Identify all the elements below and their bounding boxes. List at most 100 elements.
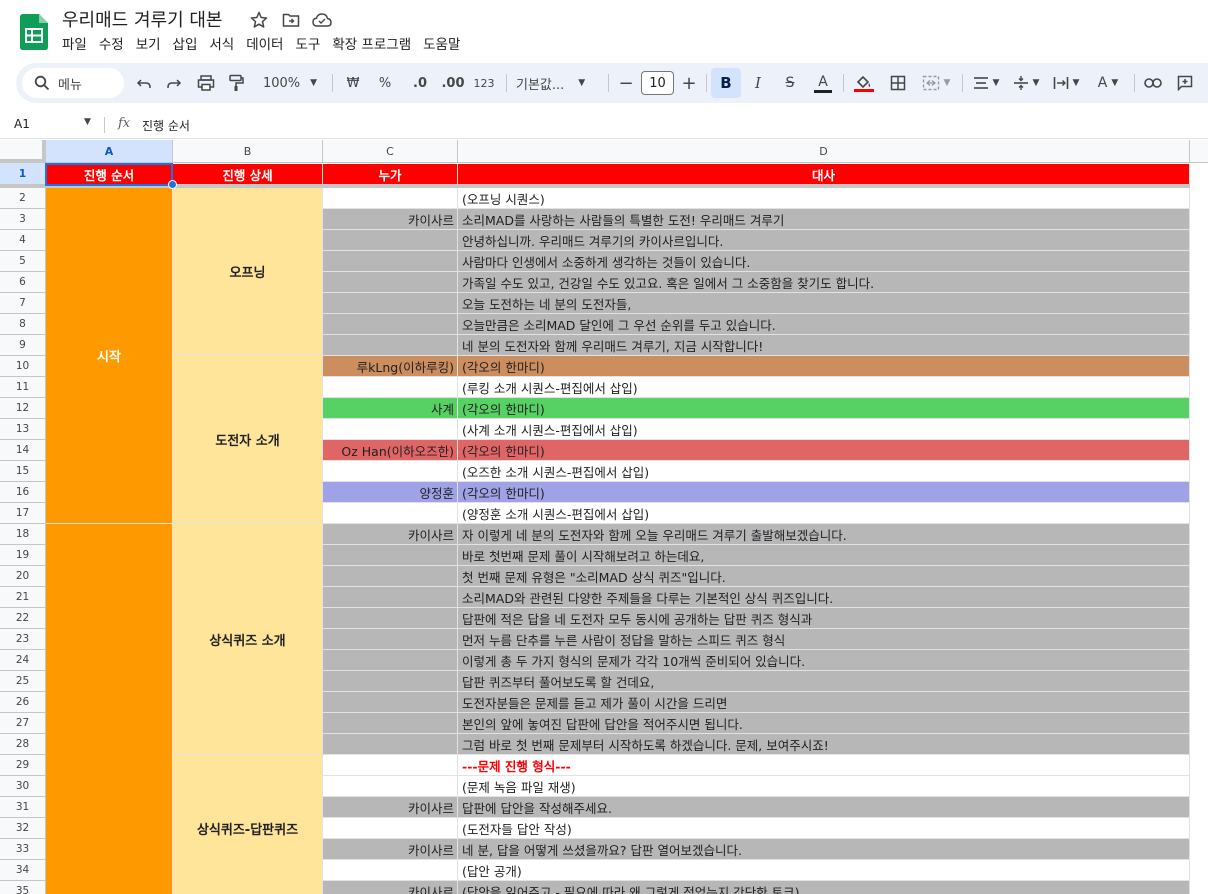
menu-extensions[interactable]: 확장 프로그램 bbox=[326, 34, 417, 56]
speaker-cell[interactable]: 카이사르 bbox=[323, 797, 458, 818]
undo-icon[interactable] bbox=[132, 68, 156, 98]
row-header-18[interactable]: 18 bbox=[0, 524, 46, 545]
formula-input[interactable]: 진행 순서 bbox=[142, 117, 190, 134]
increase-font-size-button[interactable]: + bbox=[678, 68, 700, 98]
script-line-cell[interactable]: 이렇게 총 두 가지 형식의 문제가 각각 10개씩 준비되어 있습니다. bbox=[458, 650, 1190, 671]
speaker-cell[interactable] bbox=[323, 419, 458, 440]
speaker-cell[interactable] bbox=[323, 545, 458, 566]
speaker-cell[interactable] bbox=[323, 713, 458, 734]
speaker-cell[interactable] bbox=[323, 272, 458, 293]
row-header-1[interactable]: 1 bbox=[0, 163, 46, 185]
insert-comment-icon[interactable] bbox=[1172, 68, 1198, 98]
script-line-cell[interactable]: (각오의 한마디) bbox=[458, 398, 1190, 419]
speaker-cell[interactable] bbox=[323, 314, 458, 335]
vertical-align-icon[interactable]: ▼ bbox=[1008, 68, 1044, 98]
script-line-cell[interactable]: 소리MAD와 관련된 다양한 주제들을 다루는 기본적인 상식 퀴즈입니다. bbox=[458, 587, 1190, 608]
script-line-cell[interactable]: (답안 공개) bbox=[458, 860, 1190, 881]
row-header-23[interactable]: 23 bbox=[0, 629, 46, 650]
name-box-dropdown-icon[interactable]: ▼ bbox=[84, 117, 91, 127]
row-header-32[interactable]: 32 bbox=[0, 818, 46, 839]
menu-view[interactable]: 보기 bbox=[130, 34, 167, 56]
script-line-cell[interactable]: (각오의 한마디) bbox=[458, 356, 1190, 377]
merge-cells-icon[interactable]: ▼ bbox=[916, 68, 956, 98]
script-line-cell[interactable]: 바로 첫번째 문제 풀이 시작해보려고 하는데요, bbox=[458, 545, 1190, 566]
section-cell[interactable] bbox=[46, 524, 173, 894]
text-wrapping-icon[interactable]: ▼ bbox=[1048, 68, 1084, 98]
increase-decimal-button[interactable]: .00 bbox=[438, 68, 468, 98]
script-line-cell[interactable]: 소리MAD를 사랑하는 사람들의 특별한 도전! 우리매드 겨루기 bbox=[458, 209, 1190, 230]
speaker-cell[interactable] bbox=[323, 587, 458, 608]
row-header-29[interactable]: 29 bbox=[0, 755, 46, 776]
decrease-font-size-button[interactable]: − bbox=[616, 68, 636, 98]
sheets-logo-icon[interactable] bbox=[20, 14, 48, 50]
text-color-button[interactable]: A bbox=[811, 68, 835, 98]
search-menus-input[interactable]: 메뉴 bbox=[22, 68, 124, 98]
row-header-6[interactable]: 6 bbox=[0, 272, 46, 293]
row-header-15[interactable]: 15 bbox=[0, 461, 46, 482]
font-family-select[interactable]: 기본값... ▼ bbox=[516, 68, 600, 98]
column-header-d[interactable]: D bbox=[458, 140, 1190, 163]
row-header-19[interactable]: 19 bbox=[0, 545, 46, 566]
script-line-cell[interactable]: 오늘만큼은 소리MAD 달인에 그 우선 순위를 두고 있습니다. bbox=[458, 314, 1190, 335]
script-line-cell[interactable]: (도전자들 답안 작성) bbox=[458, 818, 1190, 839]
speaker-cell[interactable]: 사계 bbox=[323, 398, 458, 419]
detail-cell[interactable]: 오프닝 bbox=[173, 188, 323, 356]
header-cell-who[interactable]: 누가 bbox=[323, 164, 458, 185]
speaker-cell[interactable]: 양정훈 bbox=[323, 482, 458, 503]
row-header-9[interactable]: 9 bbox=[0, 335, 46, 356]
zoom-select[interactable]: 100% ▼ bbox=[256, 68, 324, 98]
row-header-26[interactable]: 26 bbox=[0, 692, 46, 713]
script-line-cell[interactable]: 도전자분들은 문제를 듣고 제가 풀이 시간을 드리면 bbox=[458, 692, 1190, 713]
menu-data[interactable]: 데이터 bbox=[240, 34, 289, 56]
speaker-cell[interactable] bbox=[323, 377, 458, 398]
text-rotation-icon[interactable]: A ▼ bbox=[1090, 68, 1126, 98]
speaker-cell[interactable] bbox=[323, 776, 458, 797]
redo-icon[interactable] bbox=[162, 68, 186, 98]
detail-cell[interactable]: 상식퀴즈-답판퀴즈 bbox=[173, 755, 323, 894]
menu-format[interactable]: 서식 bbox=[203, 34, 240, 56]
row-header-3[interactable]: 3 bbox=[0, 209, 46, 230]
fill-color-button[interactable] bbox=[851, 68, 877, 98]
script-line-cell[interactable]: 그럼 바로 첫 번째 문제부터 시작하도록 하겠습니다. 문제, 보여주시죠! bbox=[458, 734, 1190, 755]
bold-button[interactable]: B bbox=[711, 68, 741, 98]
row-header-25[interactable]: 25 bbox=[0, 671, 46, 692]
script-line-cell[interactable]: (사계 소개 시퀀스-편집에서 삽입) bbox=[458, 419, 1190, 440]
header-cell-line[interactable]: 대사 bbox=[458, 164, 1190, 185]
speaker-cell[interactable]: 카이사르 bbox=[323, 881, 458, 894]
speaker-cell[interactable] bbox=[323, 188, 458, 209]
column-header-a[interactable]: A bbox=[46, 140, 173, 163]
row-header-2[interactable]: 2 bbox=[0, 188, 46, 209]
paint-format-icon[interactable] bbox=[224, 68, 248, 98]
script-line-cell[interactable]: 본인의 앞에 놓여진 답판에 답안을 적어주시면 됩니다. bbox=[458, 713, 1190, 734]
menu-help[interactable]: 도움말 bbox=[417, 34, 466, 56]
speaker-cell[interactable]: Oz Han(이하오즈한) bbox=[323, 440, 458, 461]
more-formats-button[interactable]: 123 bbox=[470, 68, 498, 98]
row-header-5[interactable]: 5 bbox=[0, 251, 46, 272]
script-line-cell[interactable]: (각오의 한마디) bbox=[458, 440, 1190, 461]
speaker-cell[interactable] bbox=[323, 734, 458, 755]
italic-button[interactable]: I bbox=[745, 68, 771, 98]
row-header-30[interactable]: 30 bbox=[0, 776, 46, 797]
speaker-cell[interactable] bbox=[323, 671, 458, 692]
speaker-cell[interactable] bbox=[323, 335, 458, 356]
select-all-corner[interactable] bbox=[0, 140, 46, 163]
script-line-cell[interactable]: ---문제 진행 형식--- bbox=[458, 755, 1190, 776]
speaker-cell[interactable] bbox=[323, 755, 458, 776]
row-header-7[interactable]: 7 bbox=[0, 293, 46, 314]
row-header-28[interactable]: 28 bbox=[0, 734, 46, 755]
menu-file[interactable]: 파일 bbox=[56, 34, 93, 56]
star-icon[interactable] bbox=[249, 10, 269, 30]
speaker-cell[interactable] bbox=[323, 461, 458, 482]
speaker-cell[interactable]: 카이사르 bbox=[323, 209, 458, 230]
script-line-cell[interactable]: (답안을 읽어주고 - 필요에 따라 왜 그렇게 적었는지 간단한 토크) bbox=[458, 881, 1190, 894]
row-header-33[interactable]: 33 bbox=[0, 839, 46, 860]
script-line-cell[interactable]: (루킹 소개 시퀀스-편집에서 삽입) bbox=[458, 377, 1190, 398]
detail-cell[interactable]: 상식퀴즈 소개 bbox=[173, 524, 323, 755]
font-size-input[interactable]: 10 bbox=[641, 71, 674, 95]
row-header-31[interactable]: 31 bbox=[0, 797, 46, 818]
row-header-24[interactable]: 24 bbox=[0, 650, 46, 671]
menu-edit[interactable]: 수정 bbox=[93, 34, 130, 56]
borders-icon[interactable] bbox=[886, 68, 910, 98]
speaker-cell[interactable] bbox=[323, 608, 458, 629]
script-line-cell[interactable]: 가족일 수도 있고, 건강일 수도 있고요. 혹은 일에서 그 소중함을 찾기도… bbox=[458, 272, 1190, 293]
